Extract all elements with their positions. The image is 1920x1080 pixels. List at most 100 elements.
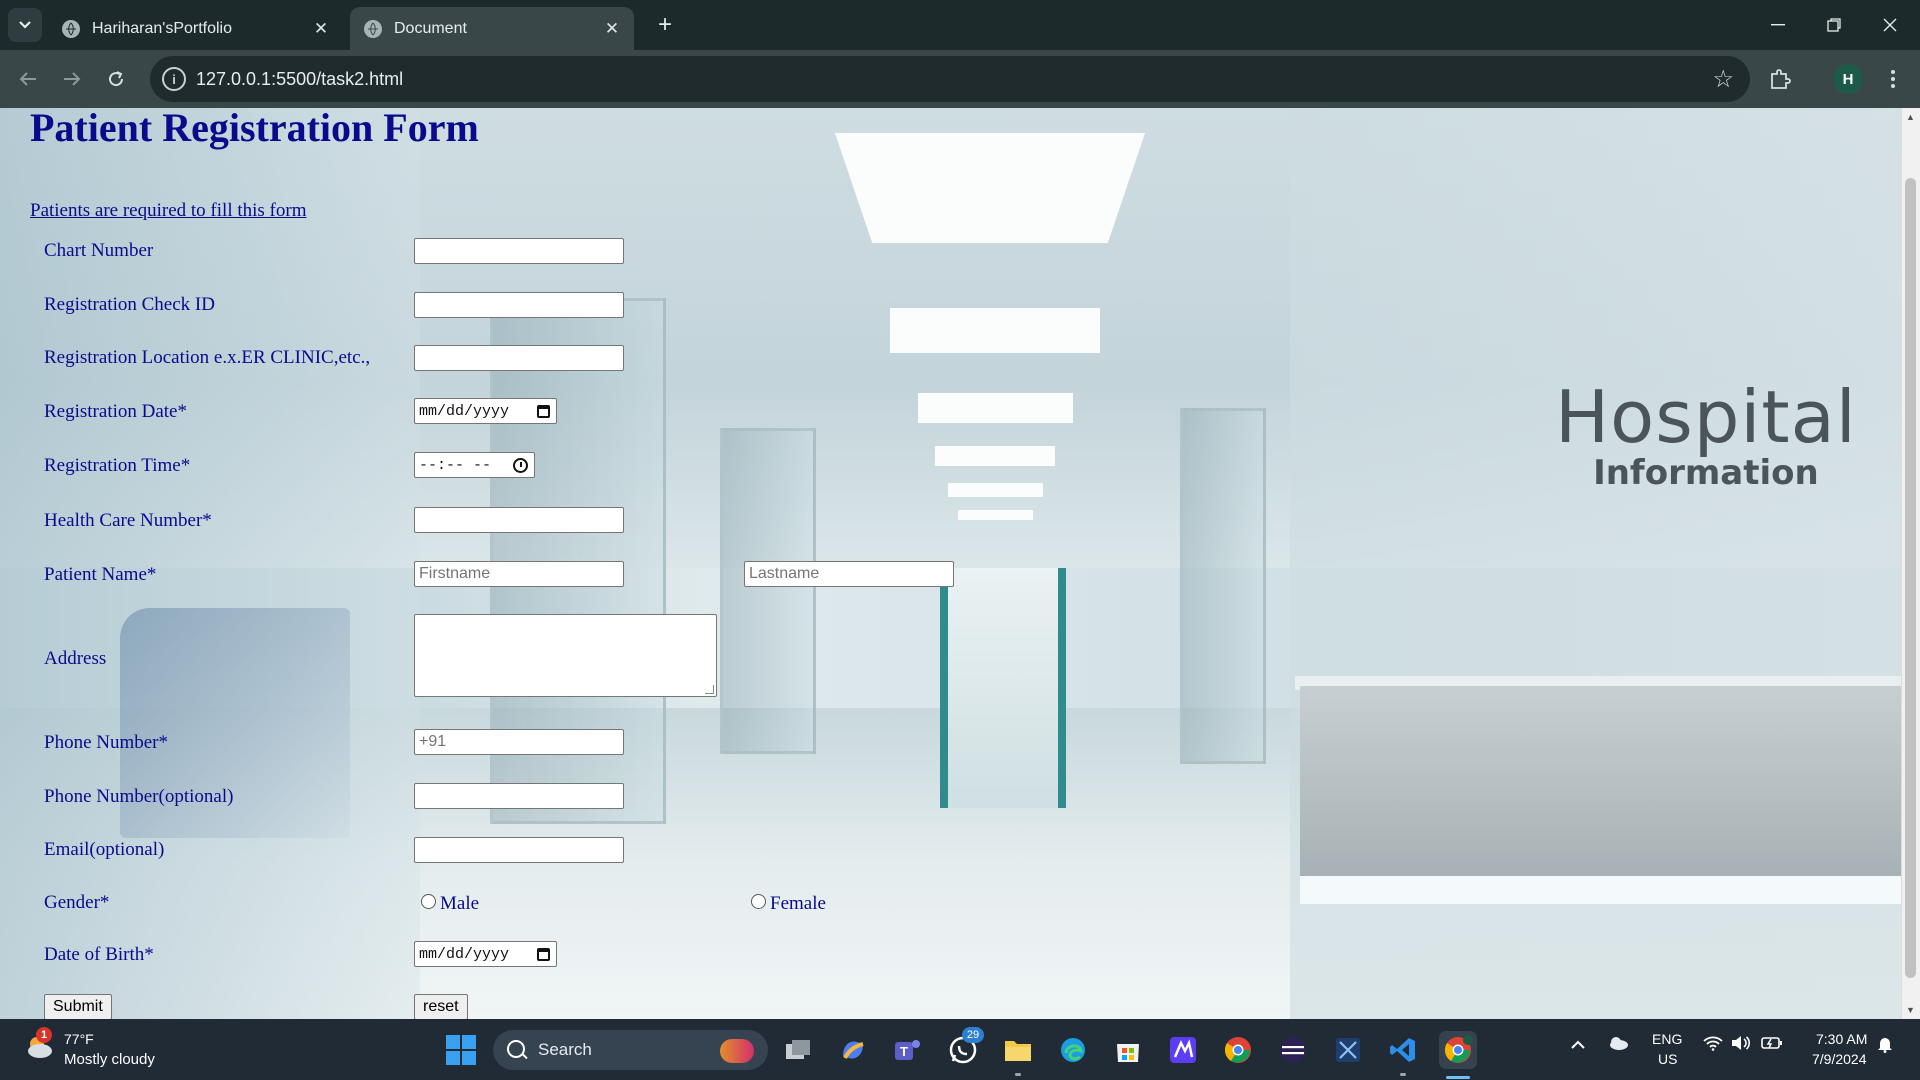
whatsapp-badge: 29 xyxy=(962,1027,984,1043)
speaker-volume-icon[interactable] xyxy=(1731,1035,1751,1056)
gender-female-radio[interactable] xyxy=(751,894,766,909)
notification-bell-icon[interactable] xyxy=(1877,1035,1893,1058)
phone-number-label: Phone Number* xyxy=(44,732,169,753)
tab-title: Hariharan'sPortfolio xyxy=(92,19,233,37)
running-indicator xyxy=(1400,1073,1406,1076)
chrome-icon[interactable] xyxy=(1219,1031,1257,1069)
tab-portfolio[interactable]: Hariharan'sPortfolio ✕ xyxy=(48,7,343,50)
address-textarea[interactable] xyxy=(414,614,717,697)
page-scrollbar[interactable]: ▲ ▼ xyxy=(1901,108,1920,1019)
profile-avatar[interactable]: H xyxy=(1833,64,1863,94)
windows-taskbar: 1 77°F Mostly cloudy Search T 29 ENG US … xyxy=(0,1019,1920,1080)
registration-date-input[interactable]: mm/dd/yyyy xyxy=(414,398,557,424)
copilot-icon[interactable] xyxy=(834,1031,872,1069)
more-menu-icon[interactable] xyxy=(1877,63,1909,95)
onedrive-cloud-icon[interactable] xyxy=(1607,1035,1629,1055)
scrollbar-thumb[interactable] xyxy=(1905,178,1916,978)
page-title: Patient Registration Form xyxy=(30,105,479,150)
wall-sign-line1: Hospital xyxy=(1555,375,1857,459)
health-care-number-input[interactable] xyxy=(414,507,624,533)
form-note-link[interactable]: Patients are required to fill this form xyxy=(30,200,306,222)
svg-text:T: T xyxy=(900,1044,908,1059)
registration-check-id-label: Registration Check ID xyxy=(44,294,215,315)
chrome-active-icon[interactable] xyxy=(1439,1031,1477,1069)
snipping-tool-icon[interactable] xyxy=(1329,1031,1367,1069)
phone-optional-input[interactable] xyxy=(414,783,624,809)
weather-description[interactable]: Mostly cloudy xyxy=(64,1051,155,1068)
windows-start-icon[interactable] xyxy=(446,1035,476,1065)
taskbar-search[interactable]: Search xyxy=(493,1030,768,1070)
chevron-down-icon xyxy=(19,21,31,29)
new-tab-plus-icon[interactable]: + xyxy=(650,10,680,40)
tab-search-button[interactable] xyxy=(8,8,42,42)
forward-arrow-icon[interactable] xyxy=(56,63,88,95)
health-care-number-label: Health Care Number* xyxy=(44,510,212,531)
restore-icon[interactable] xyxy=(1806,0,1862,50)
chart-number-label: Chart Number xyxy=(44,240,154,261)
registration-date-label: Registration Date* xyxy=(44,401,187,422)
first-name-input[interactable] xyxy=(414,561,624,587)
weather-temperature[interactable]: 77°F xyxy=(64,1031,94,1047)
teams-icon[interactable]: T xyxy=(889,1031,927,1069)
time-placeholder: --:-- -- xyxy=(419,456,492,474)
close-tab-icon[interactable]: ✕ xyxy=(598,19,626,39)
address-bar[interactable]: i 127.0.0.1:5500/task2.html ☆ xyxy=(150,56,1750,102)
address-label: Address xyxy=(44,648,107,669)
ceiling-light xyxy=(935,446,1055,466)
extensions-puzzle-icon[interactable] xyxy=(1764,63,1796,95)
back-arrow-icon[interactable] xyxy=(12,63,44,95)
microsoft-store-icon[interactable] xyxy=(1109,1031,1147,1069)
submit-button[interactable]: Submit xyxy=(44,994,112,1020)
mathpix-app-icon[interactable] xyxy=(1164,1031,1202,1069)
edge-browser-icon[interactable] xyxy=(1054,1031,1092,1069)
reset-button[interactable]: reset xyxy=(414,994,468,1020)
registration-check-id-input[interactable] xyxy=(414,292,624,318)
scroll-up-arrow-icon[interactable]: ▲ xyxy=(1906,112,1915,122)
search-icon xyxy=(507,1040,525,1058)
minimize-icon[interactable] xyxy=(1750,0,1806,50)
registration-time-input[interactable]: --:-- -- xyxy=(414,452,535,478)
language-indicator[interactable]: ENG xyxy=(1652,1031,1682,1047)
file-explorer-icon[interactable] xyxy=(999,1031,1037,1069)
email-optional-label: Email(optional) xyxy=(44,839,165,860)
ceiling-light xyxy=(918,393,1073,423)
date-of-birth-input[interactable]: mm/dd/yyyy xyxy=(414,941,557,967)
close-window-icon[interactable] xyxy=(1862,0,1918,50)
clock-icon[interactable] xyxy=(513,457,528,473)
last-name-input[interactable] xyxy=(744,561,954,587)
registration-location-input[interactable] xyxy=(414,345,624,371)
chart-number-input[interactable] xyxy=(414,238,624,264)
gender-male-radio[interactable] xyxy=(421,894,436,909)
page-viewport: Hospital Information xyxy=(0,108,1920,1019)
eclipse-ide-icon[interactable] xyxy=(1274,1031,1312,1069)
registration-location-label: Registration Location e.x.ER CLINIC,etc.… xyxy=(44,347,371,368)
close-tab-icon[interactable]: ✕ xyxy=(307,19,335,39)
weather-badge: 1 xyxy=(36,1027,52,1043)
gender-label: Gender* xyxy=(44,892,110,913)
active-app-indicator xyxy=(1446,1076,1470,1079)
reception-desk xyxy=(1300,686,1910,876)
language-region[interactable]: US xyxy=(1658,1051,1677,1067)
wifi-icon[interactable] xyxy=(1703,1035,1723,1056)
site-info-icon[interactable]: i xyxy=(162,67,186,91)
calendar-icon[interactable] xyxy=(537,404,550,418)
calendar-icon[interactable] xyxy=(537,947,550,961)
scroll-down-arrow-icon[interactable]: ▼ xyxy=(1906,1005,1915,1015)
browser-tab-bar: Hariharan'sPortfolio ✕ Document ✕ + xyxy=(0,0,1920,50)
clock-time[interactable]: 7:30 AM xyxy=(1816,1031,1867,1047)
clock-date[interactable]: 7/9/2024 xyxy=(1812,1051,1867,1067)
url-text[interactable]: 127.0.0.1:5500/task2.html xyxy=(196,69,403,90)
phone-number-input[interactable] xyxy=(414,729,624,755)
battery-charging-icon[interactable] xyxy=(1761,1035,1783,1055)
bookmark-star-icon[interactable]: ☆ xyxy=(1712,65,1734,94)
resize-grip-icon[interactable] xyxy=(705,685,714,694)
vscode-icon[interactable] xyxy=(1384,1031,1422,1069)
task-view-icon[interactable] xyxy=(779,1031,817,1069)
gender-female-label: Female xyxy=(770,893,826,914)
registration-time-label: Registration Time* xyxy=(44,455,191,476)
ceiling-light xyxy=(948,483,1043,497)
tab-document[interactable]: Document ✕ xyxy=(350,7,634,50)
show-hidden-icons-chevron-icon[interactable] xyxy=(1570,1035,1586,1055)
email-optional-input[interactable] xyxy=(414,837,624,863)
reload-icon[interactable] xyxy=(100,63,132,95)
